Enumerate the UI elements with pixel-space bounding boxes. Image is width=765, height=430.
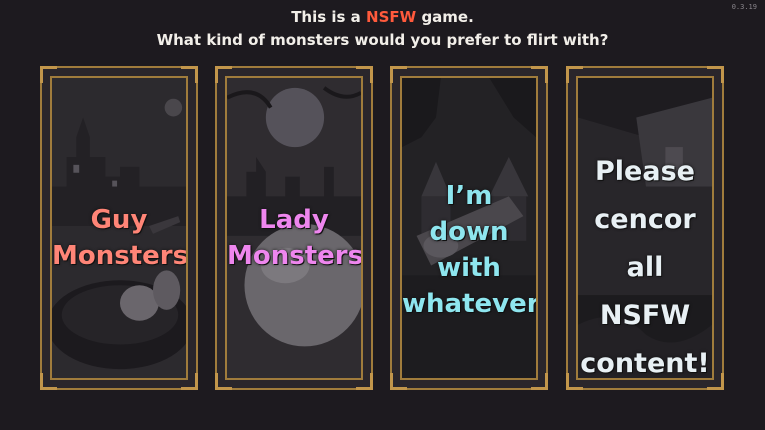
label-line: whatever [402,289,538,319]
option-label-guy-monsters: Guy Monsters! [52,202,186,274]
frame-corner [707,66,724,83]
nsfw-notice: This is a NSFW game. [0,6,765,28]
frame-corner [40,66,57,83]
label-line: Guy [90,205,148,235]
label-line: cencor [594,204,696,235]
option-card-censor-nsfw[interactable]: Please cencor all NSFW content! [566,66,724,390]
card-inner-frame: I’m down with whatever [400,76,538,380]
frame-corner [215,373,232,390]
card-inner-frame: Lady Monsters! [225,76,363,380]
notice-prefix: This is a [291,8,361,26]
card-inner-frame: Please cencor all NSFW content! [576,76,714,380]
option-card-guy-monsters[interactable]: Guy Monsters! [40,66,198,390]
option-card-whatever[interactable]: I’m down with whatever [390,66,548,390]
frame-corner [215,66,232,83]
frame-corner [566,66,583,83]
frame-corner [390,373,407,390]
option-label-lady-monsters: Lady Monsters! [227,202,361,274]
label-line: I’m down [429,181,509,247]
label-line: all NSFW [599,252,691,331]
label-line: Monsters! [227,241,363,271]
frame-corner [390,66,407,83]
frame-corner [181,66,198,83]
card-inner-frame: Guy Monsters! [50,76,188,380]
frame-corner [707,373,724,390]
option-label-censor-nsfw: Please cencor all NSFW content! [578,148,712,379]
frame-corner [181,373,198,390]
label-line: Lady [259,205,329,235]
label-line: content! [580,348,710,379]
frame-corner [40,373,57,390]
frame-corner [531,373,548,390]
notice-suffix: game. [421,8,474,26]
frame-corner [531,66,548,83]
question-text: What kind of monsters would you prefer t… [156,31,609,49]
label-line: with [437,253,501,283]
label-line: Monsters! [52,241,188,271]
frame-corner [356,66,373,83]
label-line: Please [595,156,695,187]
nsfw-highlight: NSFW [366,8,417,26]
frame-corner [356,373,373,390]
option-card-lady-monsters[interactable]: Lady Monsters! [215,66,373,390]
question-header: This is a NSFW game. What kind of monste… [0,6,765,52]
frame-corner [566,373,583,390]
option-label-whatever: I’m down with whatever [402,178,536,322]
